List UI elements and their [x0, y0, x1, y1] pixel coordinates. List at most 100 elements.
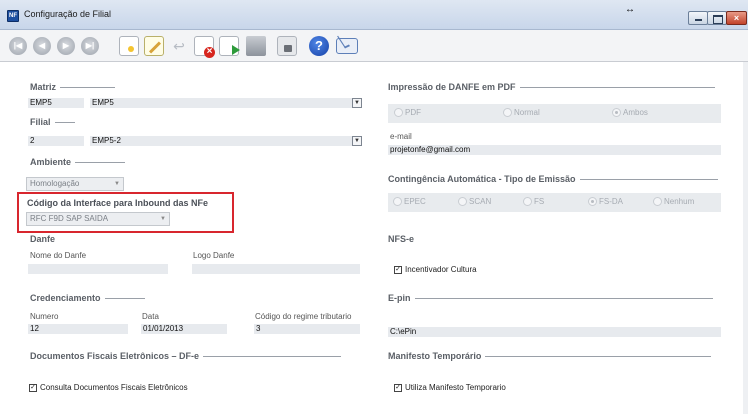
section-filial: Filial — [30, 117, 75, 127]
checkbox-label: Consulta Documentos Fiscais Eletrônicos — [40, 383, 188, 392]
section-epin: E-pin — [388, 293, 713, 303]
impressao-radio-group: PDF Normal Ambos — [388, 104, 721, 123]
logo-danfe-field[interactable] — [192, 264, 360, 274]
section-title: Código da Interface para Inbound das NFe — [27, 198, 209, 208]
radio-selected-icon — [588, 197, 597, 207]
section-title: Contingência Automática - Tipo de Emissã… — [388, 174, 576, 184]
section-title: Matriz — [30, 82, 57, 92]
undo-icon[interactable]: ↩ — [169, 36, 189, 56]
scroll-edge — [743, 62, 748, 414]
lock-icon[interactable] — [277, 36, 297, 56]
radio-label: FS — [534, 197, 545, 206]
radio-icon — [458, 197, 467, 207]
regime-tributario-label: Código do regime tributario — [255, 312, 352, 321]
radio-icon — [503, 108, 512, 118]
edit-icon[interactable] — [144, 36, 164, 56]
regime-tributario-field[interactable]: 3 — [254, 324, 360, 334]
data-field[interactable]: 01/01/2013 — [141, 324, 227, 334]
nome-danfe-label: Nome do Danfe — [30, 251, 87, 260]
radio-fs-da[interactable]: FS-DA — [588, 197, 623, 207]
last-record-icon[interactable]: ▶| — [81, 37, 99, 55]
radio-epec[interactable]: EPEC — [393, 197, 426, 207]
ambiente-select[interactable]: Homologação ▼ — [26, 177, 124, 191]
consulta-dfe-checkbox[interactable]: ✓ Consulta Documentos Fiscais Eletrônicos — [29, 383, 188, 392]
data-label: Data — [142, 312, 159, 321]
print-icon[interactable] — [246, 36, 266, 56]
minimize-button[interactable] — [688, 11, 708, 25]
radio-label: PDF — [405, 108, 421, 117]
section-title: Impressão de DANFE em PDF — [388, 82, 516, 92]
section-title: Documentos Fiscais Eletrônicos – DF-e — [30, 351, 200, 361]
section-credenciamento: Credenciamento — [30, 293, 145, 303]
radio-normal[interactable]: Normal — [503, 108, 540, 118]
section-title: Danfe — [30, 234, 56, 244]
section-title: Manifesto Temporário — [388, 351, 482, 361]
radio-pdf[interactable]: PDF — [394, 108, 421, 118]
checkbox-label: Utiliza Manifesto Temporario — [405, 383, 506, 392]
resize-arrows-icon: ↔ — [625, 4, 635, 15]
window-title: Configuração de Filial — [24, 9, 112, 19]
section-impressao-pdf: Impressão de DANFE em PDF — [388, 82, 715, 92]
checkbox-checked-icon: ✓ — [394, 265, 402, 274]
radio-label: EPEC — [404, 197, 426, 206]
section-inbound: Código da Interface para Inbound das NFe — [27, 198, 208, 208]
next-record-icon[interactable]: ▶ — [57, 37, 75, 55]
radio-nenhum[interactable]: Nenhum — [653, 197, 695, 207]
section-title: NFS-e — [388, 234, 415, 244]
email-label: e-mail — [390, 132, 412, 141]
delete-icon[interactable] — [194, 36, 215, 58]
radio-label: Nenhum — [664, 197, 695, 206]
app-icon: NF — [7, 10, 19, 22]
section-title: Ambiente — [30, 157, 72, 167]
email-field[interactable]: projetonfe@gmail.com — [388, 145, 721, 155]
section-title: Filial — [30, 117, 51, 127]
radio-icon — [523, 197, 532, 207]
radio-scan[interactable]: SCAN — [458, 197, 492, 207]
mail-icon[interactable] — [336, 38, 358, 54]
epin-path-field[interactable]: C:\ePin — [388, 327, 721, 337]
nome-danfe-field[interactable] — [28, 264, 168, 274]
save-icon[interactable] — [219, 36, 240, 56]
radio-icon — [394, 108, 403, 118]
section-title: Credenciamento — [30, 293, 101, 303]
close-button[interactable]: × — [726, 11, 747, 25]
inbound-interface-select[interactable]: RFC F9D SAP SAIDA ▼ — [26, 212, 170, 226]
radio-icon — [653, 197, 662, 207]
title-bar — [0, 0, 748, 30]
section-matriz: Matriz — [30, 82, 116, 92]
checkbox-checked-icon: ✓ — [394, 383, 402, 392]
checkbox-checked-icon: ✓ — [29, 383, 37, 392]
section-danfe: Danfe — [30, 234, 55, 244]
filial-dropdown-icon[interactable]: ▼ — [352, 136, 362, 146]
help-icon[interactable]: ? — [309, 36, 329, 56]
section-dfe: Documentos Fiscais Eletrônicos – DF-e — [30, 351, 342, 361]
matriz-name-field[interactable]: EMP5 — [90, 98, 353, 108]
new-record-icon[interactable] — [119, 36, 139, 56]
checkbox-label: Incentivador Cultura — [405, 265, 477, 274]
section-contingencia: Contingência Automática - Tipo de Emissã… — [388, 174, 718, 184]
numero-field[interactable]: 12 — [28, 324, 128, 334]
section-ambiente: Ambiente — [30, 157, 126, 167]
radio-label: SCAN — [469, 197, 492, 206]
matriz-code-field[interactable]: EMP5 — [28, 98, 84, 108]
chevron-down-icon: ▼ — [114, 181, 120, 187]
first-record-icon[interactable]: |◀ — [9, 37, 27, 55]
maximize-button[interactable] — [707, 11, 727, 25]
section-title: E-pin — [388, 293, 411, 303]
filial-code-field[interactable]: 2 — [28, 136, 84, 146]
inbound-value: RFC F9D SAP SAIDA — [30, 214, 109, 223]
radio-ambos[interactable]: Ambos — [612, 108, 648, 118]
chevron-down-icon: ▼ — [160, 216, 166, 222]
section-manifesto: Manifesto Temporário — [388, 351, 712, 361]
radio-fs[interactable]: FS — [523, 197, 545, 207]
radio-icon — [393, 197, 402, 207]
incentivador-cultura-checkbox[interactable]: ✓ Incentivador Cultura — [394, 265, 477, 274]
previous-record-icon[interactable]: ◀ — [33, 37, 51, 55]
filial-name-field[interactable]: EMP5-2 — [90, 136, 353, 146]
ambiente-value: Homologação — [30, 179, 80, 188]
numero-label: Numero — [30, 312, 59, 321]
matriz-dropdown-icon[interactable]: ▼ — [352, 98, 362, 108]
radio-label: Ambos — [623, 108, 648, 117]
radio-label: FS-DA — [599, 197, 623, 206]
manifesto-temporario-checkbox[interactable]: ✓ Utiliza Manifesto Temporario — [394, 383, 506, 392]
